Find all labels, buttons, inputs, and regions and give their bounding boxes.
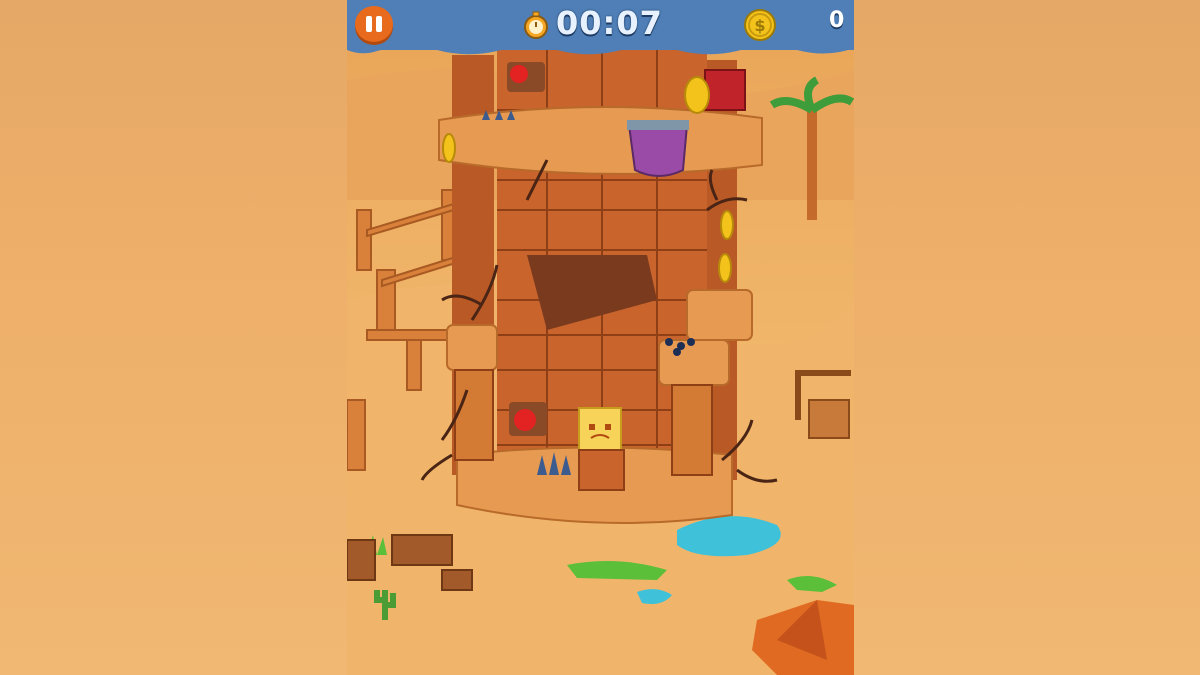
pause-button[interactable] bbox=[355, 6, 393, 42]
blurred-background-right bbox=[854, 0, 1200, 675]
dollar-coin-icon: $ bbox=[744, 9, 776, 41]
desert-tower-scene bbox=[347, 50, 854, 675]
svg-text:$: $ bbox=[754, 16, 765, 35]
pause-icon bbox=[366, 16, 372, 32]
elapsed-timer: 00:07 bbox=[556, 4, 663, 42]
coin-counter: 0 bbox=[829, 8, 845, 33]
game-viewport[interactable]: 00:07 $ 0 bbox=[347, 0, 854, 675]
stopwatch-icon bbox=[524, 11, 548, 39]
brick-tower bbox=[420, 50, 778, 524]
blurred-background-left bbox=[0, 0, 347, 675]
